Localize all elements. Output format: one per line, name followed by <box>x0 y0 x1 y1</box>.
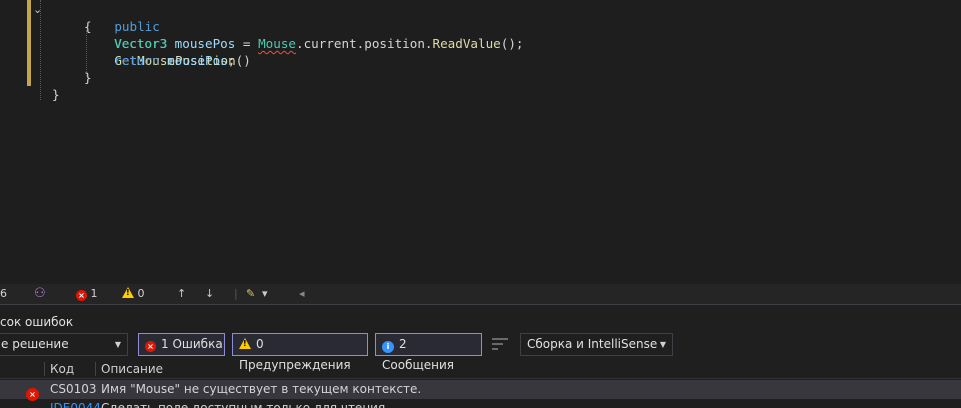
messages-filter-toggle[interactable]: i2 Сообщения <box>375 333 482 372</box>
column-header-description[interactable]: Описание <box>101 359 163 379</box>
errors-filter-label: 1 Ошибка <box>161 337 223 351</box>
zoom-fragment[interactable]: 6 <box>0 284 7 304</box>
chevron-down-icon: ▼ <box>114 340 121 349</box>
prev-issue-button[interactable]: ↑ <box>177 284 186 304</box>
code-line-return[interactable]: return mousePos; <box>114 52 235 69</box>
error-icon: × <box>76 290 87 301</box>
scope-select-prefix: е <box>1 337 9 351</box>
column-header-code[interactable]: Код <box>50 359 74 379</box>
semicolon: ; <box>227 53 236 68</box>
table-row[interactable]: i IDE0044 Сделать поле доступным только … <box>0 399 961 408</box>
column-separator[interactable] <box>44 362 45 376</box>
source-select[interactable]: Сборка и IntelliSense ▼ <box>520 333 673 356</box>
warning-count[interactable]: 0 <box>122 284 145 304</box>
code-line-declaration[interactable]: Vector3 mousePos = Mouse.current.positio… <box>114 35 524 52</box>
decl-var: mousePos <box>174 36 236 51</box>
copilot-icon[interactable]: ⚇ <box>34 284 46 304</box>
warnings-filter-toggle[interactable]: 0 Предупреждения <box>232 333 368 372</box>
indent-guide <box>40 0 41 100</box>
code-editor[interactable]: ⌄ public Vector3 GetMousePosition() { Ve… <box>0 0 961 284</box>
call-end: (); <box>500 36 524 51</box>
parens: () <box>235 53 251 68</box>
error-count[interactable]: × 1 <box>76 284 98 304</box>
member-chain: .current.position. <box>296 36 433 51</box>
open-brace: { <box>84 19 92 34</box>
decl-type: Vector3 <box>114 36 168 51</box>
assign-op: = <box>235 36 259 51</box>
keyword-public: public <box>114 19 160 34</box>
code-line-signature[interactable]: public Vector3 GetMousePosition() <box>84 1 251 68</box>
scope-select[interactable]: е решение ▼ <box>0 333 128 356</box>
source-select-value: Сборка и IntelliSense <box>527 337 658 351</box>
row-description: Имя "Mouse" не существует в текущем конт… <box>101 382 422 396</box>
keyword-return: return <box>114 53 160 68</box>
cleanup-brush-icon[interactable]: ✎ <box>246 284 255 304</box>
error-icon: × <box>145 341 156 352</box>
scroll-left-arrow[interactable]: ◂ <box>299 284 305 304</box>
editor-status-strip: 6 ⚇ × 1 0 ↑ ↓ | ✎ ▾ ◂ <box>0 284 961 304</box>
row-code: CS0103 <box>50 382 97 396</box>
chevron-down-icon[interactable]: ⌄ <box>33 4 45 16</box>
filter-icon[interactable] <box>492 338 508 352</box>
grid-header: Код Описание <box>0 359 961 379</box>
separator: | <box>234 287 238 300</box>
panel-title: сок ошибок <box>0 315 74 329</box>
error-list-panel: сок ошибок е решение ▼ × 1 Ошибка 0 Преду… <box>0 304 961 408</box>
return-var: mousePos <box>167 53 228 68</box>
info-icon: i <box>26 402 38 408</box>
warning-icon <box>239 338 251 349</box>
method-call: ReadValue <box>432 36 501 51</box>
cleanup-dropdown-arrow[interactable]: ▾ <box>262 284 268 304</box>
change-marker <box>27 0 31 86</box>
close-brace-class: } <box>52 87 60 102</box>
info-icon: i <box>382 341 394 353</box>
row-code: IDE0044 <box>50 401 101 408</box>
table-row[interactable]: × CS0103 Имя "Mouse" не существует в тек… <box>0 380 961 401</box>
next-issue-button[interactable]: ↓ <box>205 284 214 304</box>
chevron-down-icon: ▼ <box>659 340 666 349</box>
error-squiggle-mouse[interactable]: Mouse <box>258 36 296 51</box>
errors-filter-toggle[interactable]: × 1 Ошибка <box>138 333 225 356</box>
warning-icon <box>122 287 134 298</box>
column-separator[interactable] <box>95 362 96 376</box>
row-description: Сделать поле доступным только для чтения <box>101 401 386 408</box>
close-brace-method: } <box>84 70 92 85</box>
scope-select-value: решение <box>12 337 69 351</box>
